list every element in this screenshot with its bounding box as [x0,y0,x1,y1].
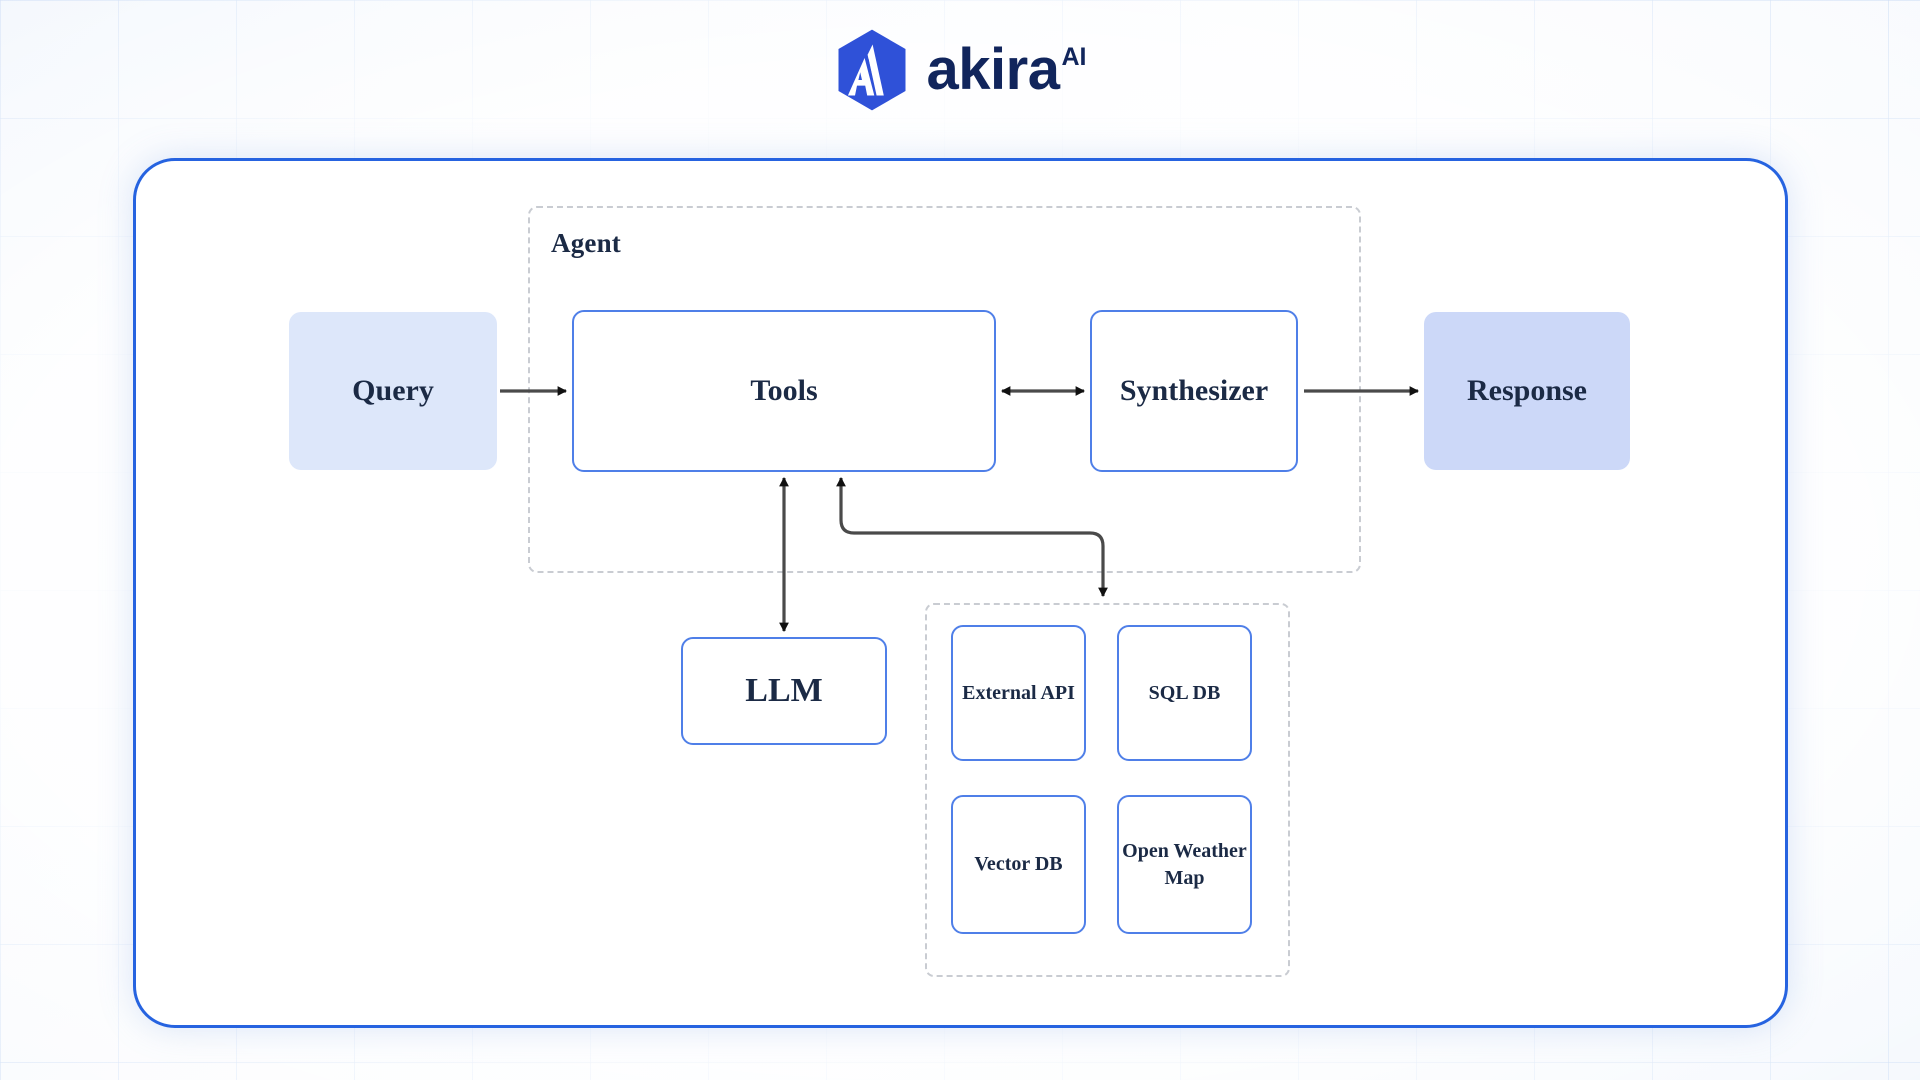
node-llm-label: LLM [745,672,823,709]
node-tools-label: Tools [750,374,818,407]
group-agent-label: Agent [551,228,621,258]
node-vector-db[interactable]: Vector DB [951,795,1086,934]
node-vector-db-label: Vector DB [974,853,1063,875]
brand-header: akira AI [0,28,1920,112]
node-open-weather-map[interactable]: Open Weather Map [1117,795,1252,934]
brand-wordmark: akira AI [927,41,1087,99]
node-synthesizer[interactable]: Synthesizer [1090,310,1298,472]
node-llm[interactable]: LLM [681,637,887,745]
node-query-label: Query [352,374,434,407]
brand-name: akira [926,37,1060,102]
node-query[interactable]: Query [289,312,497,470]
brand-superscript: AI [1061,43,1087,71]
node-external-api[interactable]: External API [951,625,1086,761]
node-external-api-label: External API [962,681,1075,704]
node-sql-db[interactable]: SQL DB [1117,625,1252,761]
akira-hexagon-logo-icon [838,29,906,111]
node-synthesizer-label: Synthesizer [1119,374,1269,407]
node-response-label: Response [1466,374,1587,407]
node-tools[interactable]: Tools [572,310,996,472]
diagram-canvas: akira AI Agent Query Tools Synthesizer R… [0,0,1920,1080]
node-response[interactable]: Response [1424,312,1630,470]
node-sql-db-label: SQL DB [1148,681,1221,704]
node-open-weather-map-label: Open Weather Map [1122,840,1247,889]
